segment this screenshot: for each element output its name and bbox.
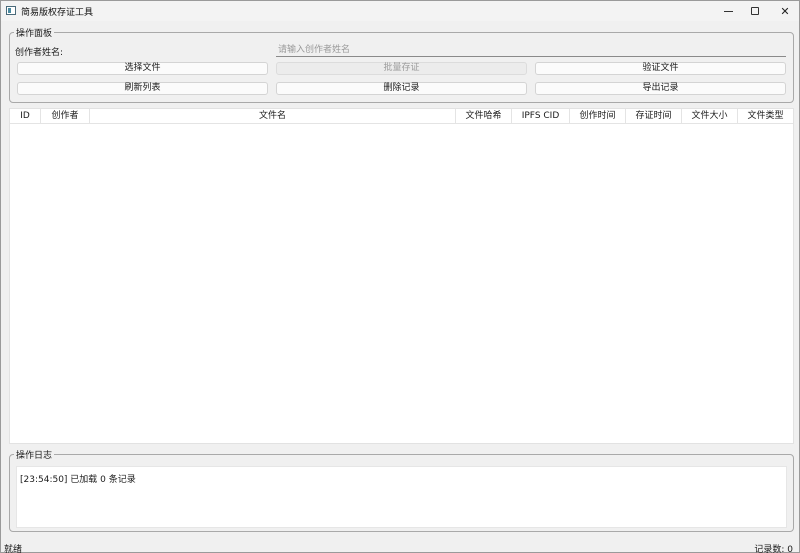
- column-header-filename[interactable]: 文件名: [90, 109, 456, 124]
- log-panel: 操作日志 [23:54:50] 已加载 0 条记录: [9, 448, 794, 532]
- column-header-file-type[interactable]: 文件类型: [738, 109, 793, 124]
- record-count: 记录数: 0: [754, 545, 793, 553]
- column-header-certified-time[interactable]: 存证时间: [626, 109, 682, 124]
- refresh-list-button[interactable]: 刷新列表: [17, 82, 268, 95]
- table-header: ID 创作者 文件名 文件哈希 IPFS CID 创作时间 存证时间 文件大小 …: [10, 109, 793, 124]
- creator-name-label: 创作者姓名:: [15, 48, 64, 58]
- column-header-file-size[interactable]: 文件大小: [682, 109, 738, 124]
- close-icon: ✕: [780, 4, 790, 18]
- log-text-area[interactable]: [23:54:50] 已加载 0 条记录: [16, 466, 787, 528]
- column-header-id[interactable]: ID: [10, 109, 41, 124]
- minimize-button[interactable]: [714, 1, 742, 21]
- operation-panel-title: 操作面板: [14, 26, 55, 39]
- title-bar[interactable]: 简易版权存证工具 ✕: [1, 1, 799, 21]
- column-header-created-time[interactable]: 创作时间: [570, 109, 626, 124]
- select-file-button[interactable]: 选择文件: [17, 62, 268, 75]
- column-header-creator[interactable]: 创作者: [41, 109, 90, 124]
- verify-file-button[interactable]: 验证文件: [535, 62, 786, 75]
- creator-name-input[interactable]: [276, 43, 786, 57]
- column-header-ipfs-cid[interactable]: IPFS CID: [512, 109, 570, 124]
- delete-record-button[interactable]: 删除记录: [276, 82, 527, 95]
- app-icon: [6, 6, 16, 15]
- minimize-icon: [723, 10, 733, 12]
- log-line: [23:54:50] 已加载 0 条记录: [20, 475, 136, 485]
- status-text: 就绪: [4, 545, 23, 553]
- export-record-button[interactable]: 导出记录: [535, 82, 786, 95]
- close-button[interactable]: ✕: [771, 1, 799, 21]
- maximize-button[interactable]: [741, 1, 769, 21]
- window-title: 简易版权存证工具: [21, 8, 94, 18]
- maximize-icon: [751, 7, 759, 15]
- operation-panel: 操作面板 创作者姓名: 选择文件 批量存证 验证文件 刷新列表 删除记录 导出记…: [9, 26, 794, 103]
- log-panel-title: 操作日志: [14, 448, 55, 461]
- column-header-file-hash[interactable]: 文件哈希: [456, 109, 512, 124]
- records-table[interactable]: ID 创作者 文件名 文件哈希 IPFS CID 创作时间 存证时间 文件大小 …: [9, 108, 794, 444]
- batch-certify-button[interactable]: 批量存证: [276, 62, 527, 75]
- app-window: 简易版权存证工具 ✕ 操作面板 创作者姓名: 选择文件 批量存证 验证文件 刷新…: [0, 0, 800, 553]
